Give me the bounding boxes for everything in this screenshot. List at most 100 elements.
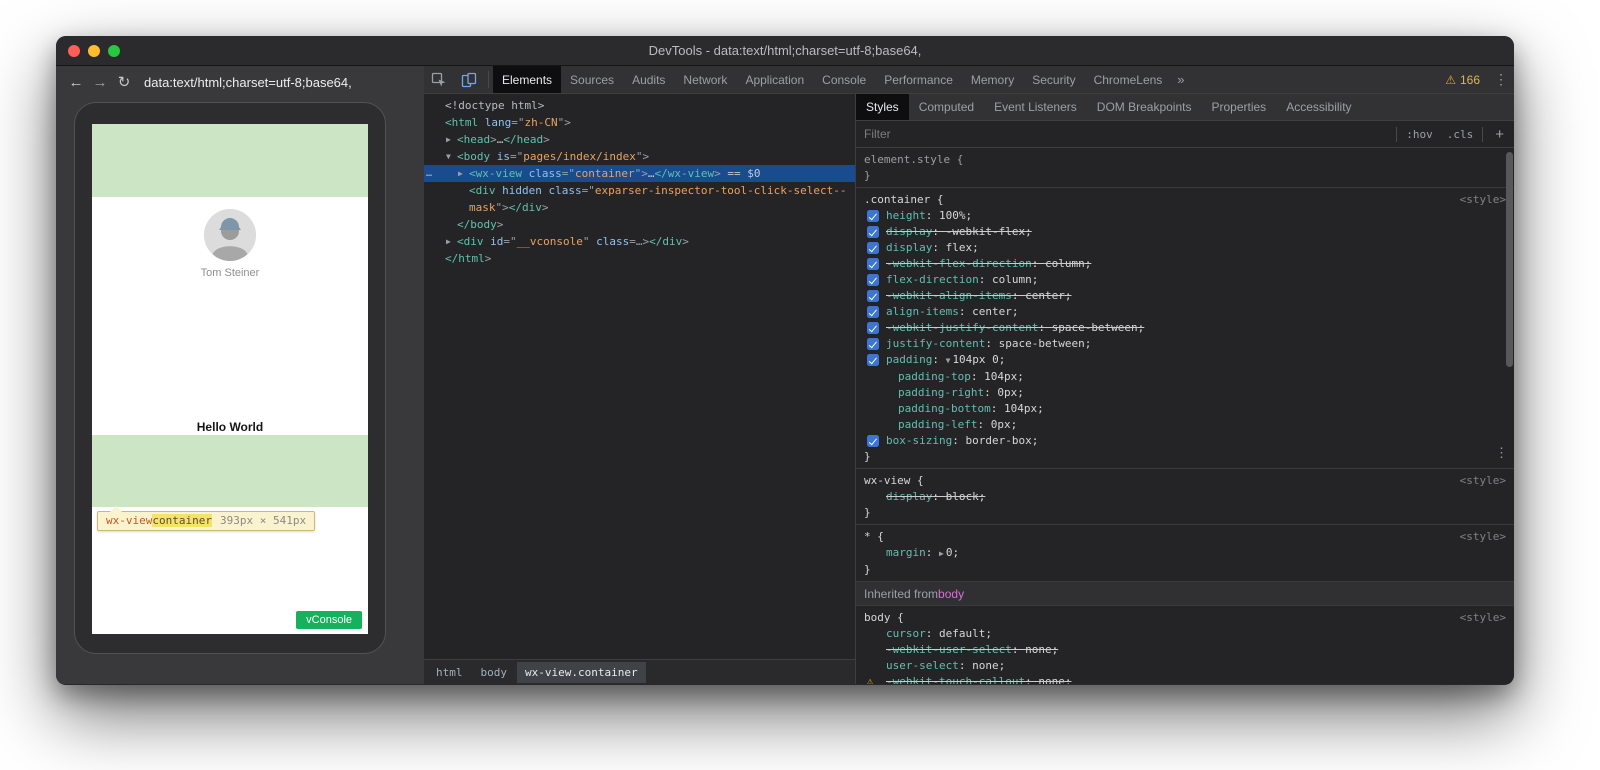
css-property-name[interactable]: user-select [886,659,959,672]
vconsole-button[interactable]: vConsole [296,611,362,629]
device-toolbar-icon[interactable] [454,66,484,93]
css-property-row[interactable]: padding-top: 104px; [864,369,1506,385]
tree-disclosure-icon[interactable]: ▶ [458,165,469,182]
css-property-value[interactable]: none [972,659,999,672]
tab-security[interactable]: Security [1023,66,1084,93]
css-property-name[interactable]: display [886,225,932,238]
rule-overflow-kebab-icon[interactable]: ⋮ [1495,446,1508,462]
property-checkbox[interactable] [867,258,879,270]
tab-dom-breakpoints[interactable]: DOM Breakpoints [1087,94,1202,120]
css-property-value[interactable]: none [1038,675,1065,684]
css-property-value[interactable]: 100% [939,209,966,222]
css-property-value[interactable]: column [1045,257,1085,270]
css-property-row[interactable]: -webkit-align-items: center; [864,288,1506,304]
property-checkbox[interactable] [867,226,879,238]
tab-performance[interactable]: Performance [875,66,962,93]
style-source-link[interactable]: <style> [1460,473,1506,489]
css-property-row[interactable]: flex-direction: column; [864,272,1506,288]
css-property-value[interactable]: none [1025,643,1052,656]
css-property-row[interactable]: align-items: center; [864,304,1506,320]
css-property-name[interactable]: cursor [886,627,926,640]
property-checkbox[interactable] [867,322,879,334]
styles-filter-input[interactable]: Filter [856,127,1394,141]
css-property-name[interactable]: padding-top [898,370,971,383]
minimize-window-button[interactable] [88,45,100,57]
css-property-value[interactable]: space-between [999,337,1085,350]
breadcrumb-html[interactable]: html [428,662,471,683]
css-property-value[interactable]: space-between [1052,321,1138,334]
css-property-value[interactable]: 104px [1004,402,1037,415]
css-property-name[interactable]: box-sizing [886,434,952,447]
css-property-row[interactable]: -webkit-user-select: none; [864,642,1506,658]
more-tabs-chevron-icon[interactable]: » [1171,66,1190,93]
css-property-row[interactable]: margin: ▶0; [864,545,1506,562]
css-property-row[interactable]: padding-right: 0px; [864,385,1506,401]
rule-selector[interactable]: wx-view [864,474,910,487]
css-property-value[interactable]: default [939,627,985,640]
css-property-row[interactable]: padding-left: 0px; [864,417,1506,433]
rule-selector[interactable]: .container [864,193,930,206]
reload-icon[interactable]: ↻ [112,73,136,91]
style-source-link[interactable]: <style> [1460,529,1506,545]
css-property-row[interactable]: user-select: none; [864,658,1506,674]
rule-selector[interactable]: body [864,611,891,624]
tab-application[interactable]: Application [736,66,813,93]
toggle-hov-button[interactable]: :hov [1399,128,1440,141]
css-property-row[interactable]: justify-content: space-between; [864,336,1506,352]
tab-accessibility[interactable]: Accessibility [1276,94,1361,120]
dom-tree-line[interactable]: </body> [424,216,855,233]
dom-tree-line-selected[interactable]: …▶<wx-view class="container">…</wx-view>… [424,165,855,182]
tab-memory[interactable]: Memory [962,66,1023,93]
tree-disclosure-icon[interactable]: ▼ [446,148,457,165]
back-icon[interactable]: ← [64,74,88,91]
dom-tree-line[interactable]: </html> [424,250,855,267]
css-property-row[interactable]: display: block; [864,489,1506,505]
css-property-row[interactable]: -webkit-justify-content: space-between; [864,320,1506,336]
css-property-value[interactable]: -webkit-flex [946,225,1025,238]
tree-disclosure-icon[interactable]: ▶ [446,233,457,250]
css-property-row[interactable]: -webkit-flex-direction: column; [864,256,1506,272]
breadcrumb-body[interactable]: body [473,662,516,683]
devtools-menu-kebab-icon[interactable]: ⋮ [1488,66,1514,93]
property-checkbox[interactable] [867,435,879,447]
breadcrumb-wx-view-container[interactable]: wx-view.container [517,662,646,683]
property-checkbox[interactable] [867,354,879,366]
forward-icon[interactable]: → [88,74,112,91]
css-property-value[interactable]: block [946,490,979,503]
zoom-window-button[interactable] [108,45,120,57]
style-source-link[interactable]: <style> [1460,192,1506,208]
dom-tree-line[interactable]: ▼<body is="pages/index/index"> [424,148,855,165]
css-property-name[interactable]: -webkit-touch-callout [886,675,1025,684]
css-property-value[interactable]: border-box [965,434,1031,447]
css-property-value[interactable]: 104px [984,370,1017,383]
inherited-body-link[interactable]: body [938,586,964,602]
property-checkbox[interactable] [867,306,879,318]
css-property-value[interactable]: 0px [997,386,1017,399]
property-checkbox[interactable] [867,338,879,350]
css-property-row[interactable]: display: flex; [864,240,1506,256]
css-property-row[interactable]: height: 100%; [864,208,1506,224]
rule-selector[interactable]: element.style [864,153,950,166]
new-style-rule-button[interactable]: + [1485,126,1514,143]
property-checkbox[interactable] [867,274,879,286]
tree-disclosure-icon[interactable]: ▶ [446,131,457,148]
css-property-row[interactable]: display: -webkit-flex; [864,224,1506,240]
tab-console[interactable]: Console [813,66,875,93]
device-screen[interactable]: Tom Steiner Hello World wx-viewcontainer… [92,124,368,634]
css-property-name[interactable]: margin [886,546,926,559]
dom-tree-line[interactable]: <html lang="zh-CN"> [424,114,855,131]
tab-chromelens[interactable]: ChromeLens [1085,66,1172,93]
dom-tree-line[interactable]: ▶<div id="__vconsole" class=…></div> [424,233,855,250]
css-property-row[interactable]: padding: ▼104px 0; [864,352,1506,369]
css-property-value[interactable]: 104px 0 [952,353,998,366]
tab-computed[interactable]: Computed [909,94,984,120]
css-property-name[interactable]: flex-direction [886,273,979,286]
property-checkbox[interactable] [867,242,879,254]
tab-styles[interactable]: Styles [856,94,909,120]
tab-elements[interactable]: Elements [493,66,561,93]
console-warning-badge[interactable]: ⚠ 166 [1437,66,1488,93]
toggle-cls-button[interactable]: .cls [1440,128,1481,141]
css-property-value[interactable]: flex [946,241,973,254]
tab-sources[interactable]: Sources [561,66,623,93]
css-property-row[interactable]: ⚠-webkit-touch-callout: none; [864,674,1506,684]
